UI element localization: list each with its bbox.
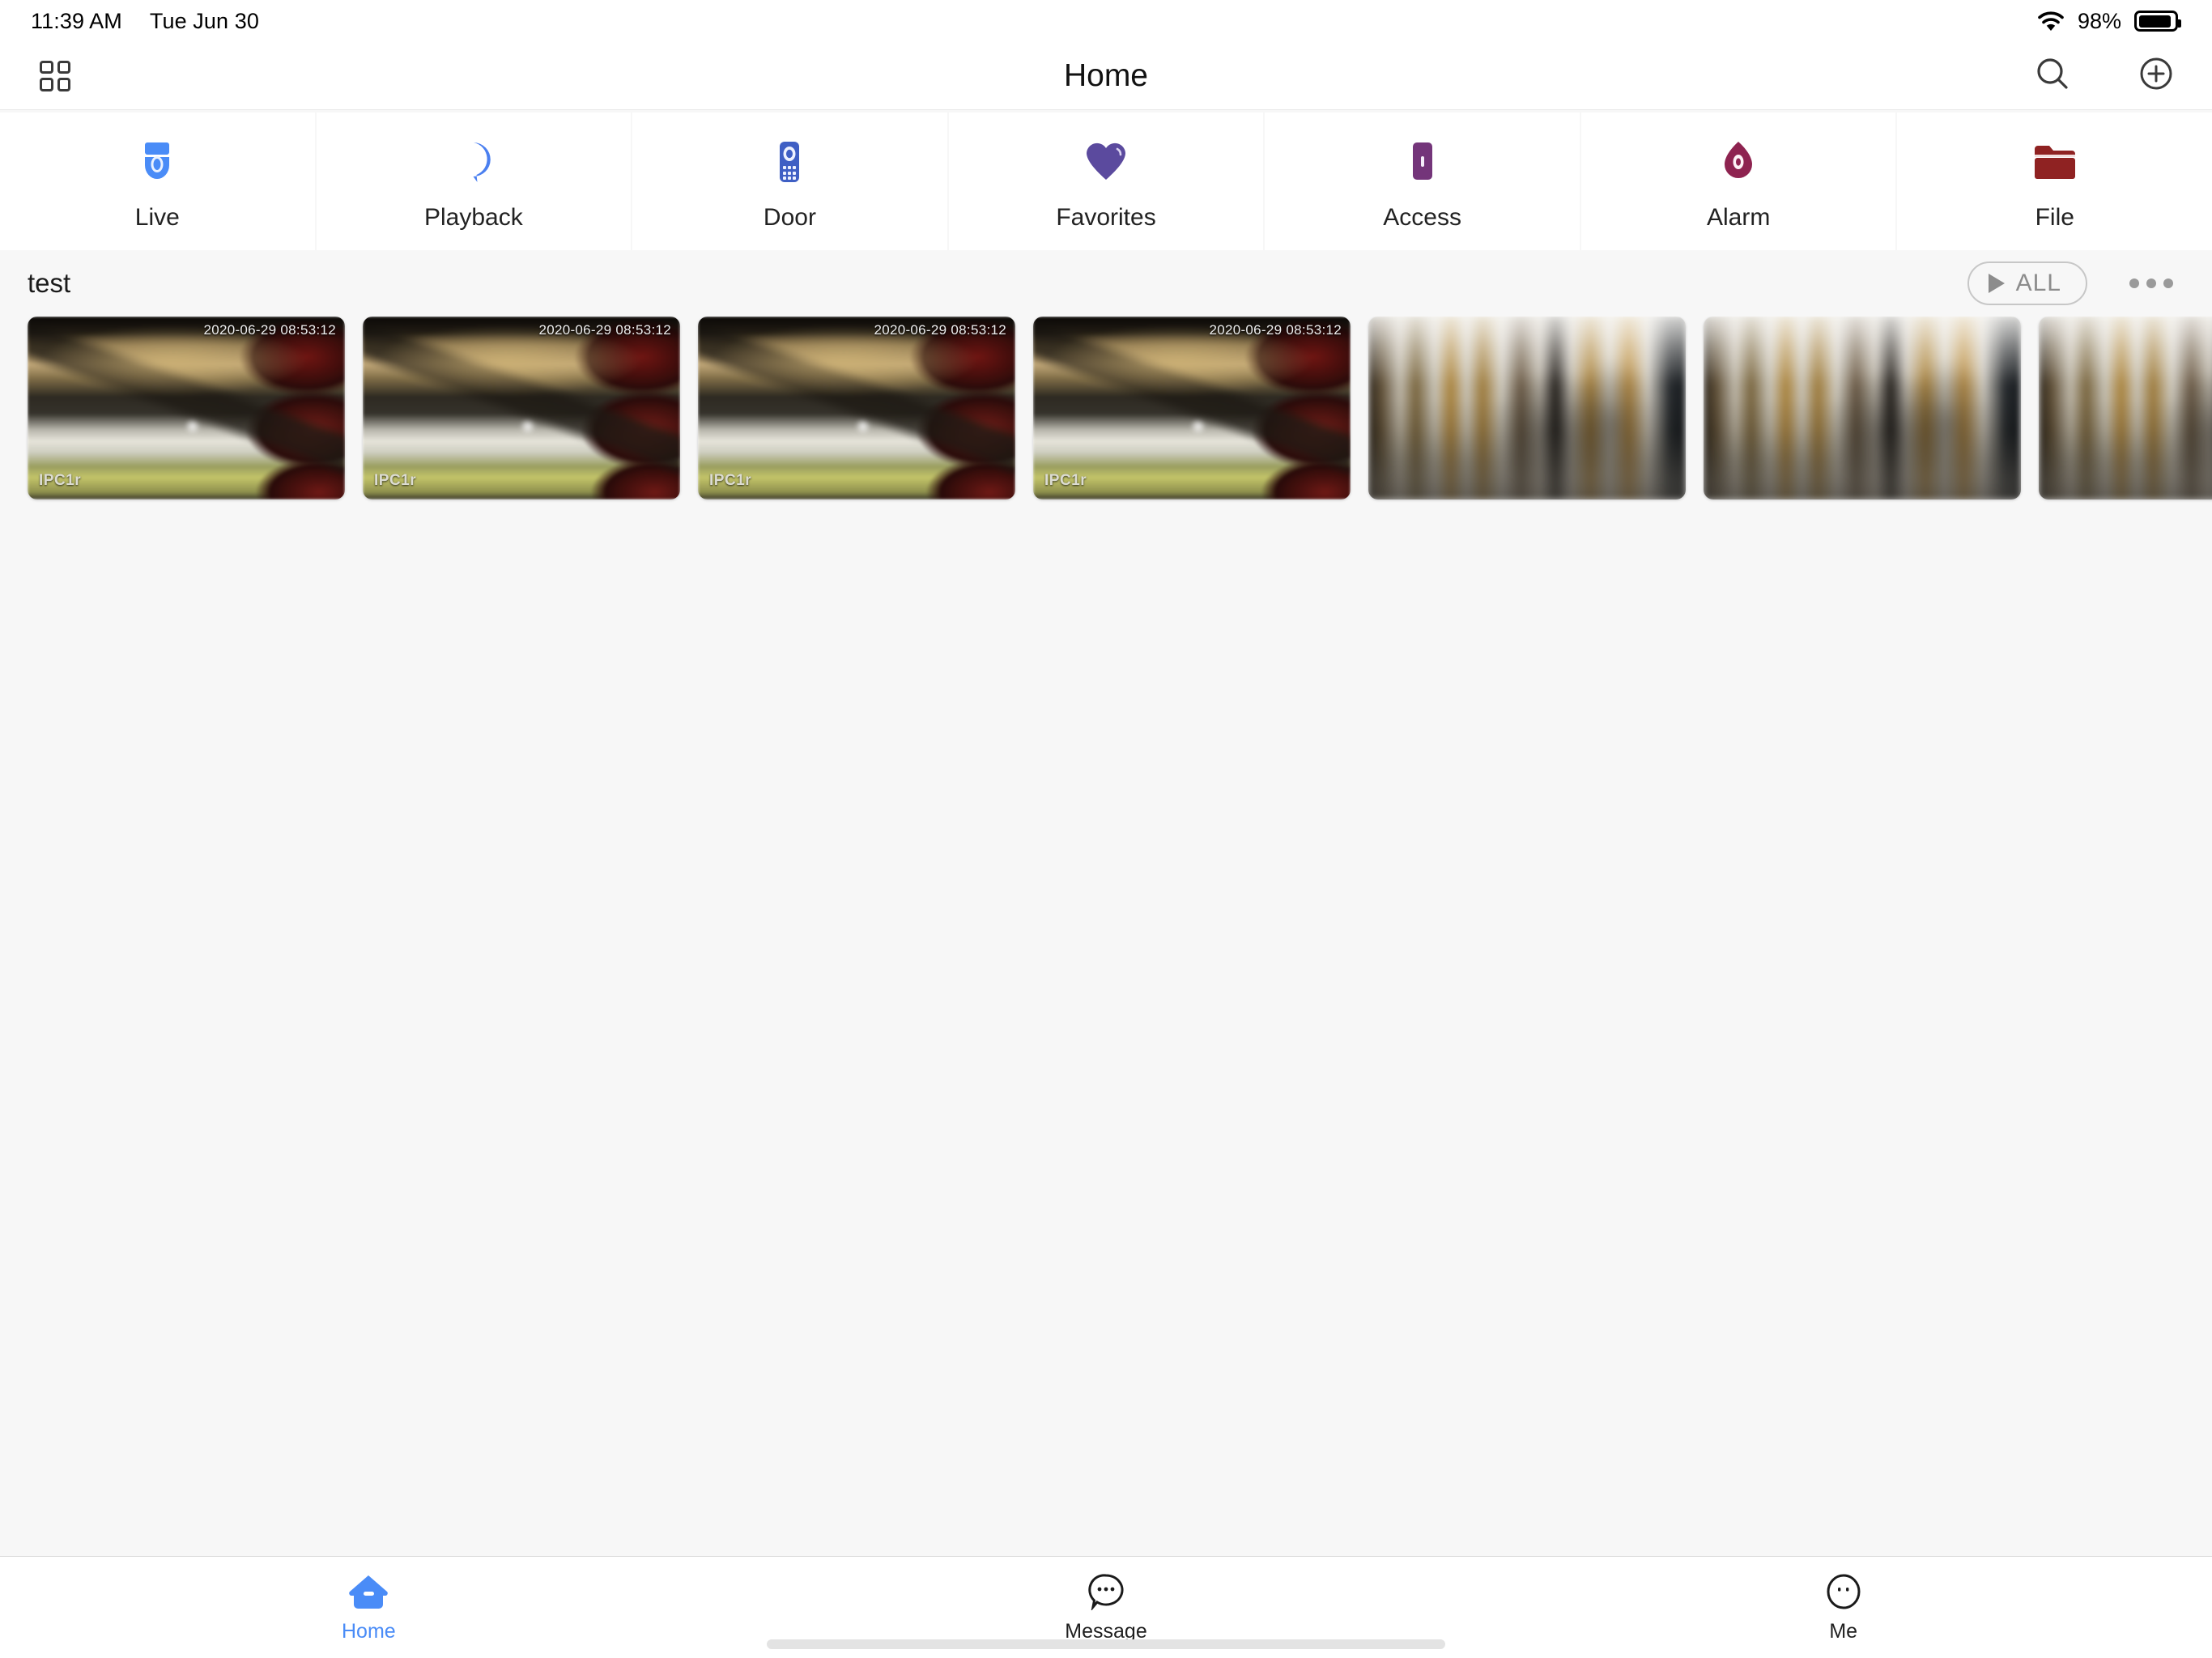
thumbnail-camera-name: IPC1r <box>1044 472 1087 489</box>
more-options-button[interactable] <box>2121 270 2181 296</box>
category-tile-row: Live Playback Door Favorites Access Alar… <box>0 113 2212 250</box>
tab-me[interactable]: Me <box>1474 1570 2212 1643</box>
home-icon <box>348 1570 389 1613</box>
group-header: test ALL <box>0 250 2212 317</box>
play-all-button[interactable]: ALL <box>1967 261 2087 305</box>
category-label: Favorites <box>1056 204 1156 231</box>
thumbnail-camera-name: IPC1r <box>39 472 82 489</box>
category-tile-live[interactable]: Live <box>0 113 315 250</box>
status-bar: 11:39 AM Tue Jun 30 98% <box>0 0 2212 42</box>
group-title: test <box>28 268 71 298</box>
thumbnail-camera-name: IPC1r <box>709 472 752 489</box>
category-tile-favorites[interactable]: Favorites <box>948 113 1264 250</box>
camera-preview-image <box>2039 317 2212 500</box>
empty-content-area <box>0 504 2212 1556</box>
thumbnail-timestamp: 2020-06-29 08:53:12 <box>538 322 671 338</box>
camera-thumbnail-row[interactable]: 2020-06-29 08:53:12 IPC1r 2020-06-29 08:… <box>0 317 2212 504</box>
category-tile-access[interactable]: Access <box>1265 113 1580 250</box>
camera-thumbnail[interactable]: 2020-06-29 08:53:12 IPC1r <box>363 317 680 500</box>
grid-view-button[interactable] <box>31 52 79 100</box>
camera-thumbnail[interactable] <box>1368 317 1686 500</box>
tab-label: Me <box>1829 1620 1858 1643</box>
thumbnail-camera-name: IPC1r <box>374 472 417 489</box>
home-indicator[interactable] <box>767 1639 1445 1649</box>
play-icon <box>1988 274 2005 293</box>
access-door-icon <box>1406 139 1440 185</box>
camera-preview-image <box>1704 317 2021 500</box>
app-screen: 11:39 AM Tue Jun 30 98% Home Live Playba… <box>0 0 2212 1658</box>
battery-percent: 98% <box>2077 8 2121 33</box>
chat-bubble-icon <box>1087 1570 1125 1613</box>
intercom-icon <box>772 139 807 185</box>
thumbnail-timestamp: 2020-06-29 08:53:12 <box>1209 322 1342 338</box>
search-button[interactable] <box>2027 51 2078 101</box>
folder-icon <box>2032 139 2078 185</box>
status-time: 11:39 AM <box>31 8 122 33</box>
thumbnail-timestamp: 2020-06-29 08:53:12 <box>874 322 1006 338</box>
camera-thumbnail[interactable] <box>1704 317 2021 500</box>
thumbnail-timestamp: 2020-06-29 08:53:12 <box>203 322 336 338</box>
profile-face-icon <box>1825 1570 1862 1613</box>
play-all-label: ALL <box>2015 270 2061 296</box>
tab-home[interactable]: Home <box>0 1570 738 1643</box>
category-label: Live <box>134 204 180 231</box>
category-label: Access <box>1383 204 1461 231</box>
more-options-icon <box>2129 278 2139 288</box>
category-label: Playback <box>424 204 523 231</box>
category-tile-playback[interactable]: Playback <box>316 113 632 250</box>
alarm-siren-icon <box>1720 139 1757 185</box>
category-label: Door <box>763 204 816 231</box>
grid-view-icon <box>40 60 70 91</box>
status-bar-right: 98% <box>2037 8 2181 34</box>
add-button[interactable] <box>2131 51 2181 101</box>
category-tile-file[interactable]: File <box>1897 113 2212 250</box>
wifi-icon <box>2037 11 2065 32</box>
tab-message[interactable]: Message <box>738 1570 1475 1643</box>
navigation-bar: Home <box>0 42 2212 110</box>
camera-preview-image <box>1368 317 1686 500</box>
playback-reel-icon <box>453 139 495 185</box>
page-title: Home <box>1063 57 1149 93</box>
camera-thumbnail[interactable]: 2020-06-29 08:53:12 IPC1r <box>698 317 1015 500</box>
group-actions: ALL <box>1967 261 2181 305</box>
camera-thumbnail[interactable]: 2020-06-29 08:53:12 IPC1r <box>28 317 345 500</box>
bottom-tab-bar: Home Message Me <box>0 1556 2212 1658</box>
category-tile-alarm[interactable]: Alarm <box>1580 113 1896 250</box>
camera-thumbnail[interactable] <box>2039 317 2212 500</box>
navigation-actions <box>2027 51 2181 101</box>
category-tile-door[interactable]: Door <box>632 113 947 250</box>
add-circle-icon <box>2138 56 2174 96</box>
heart-icon <box>1085 139 1127 185</box>
tab-label: Home <box>341 1620 396 1643</box>
category-label: Alarm <box>1707 204 1771 231</box>
camera-thumbnail[interactable]: 2020-06-29 08:53:12 IPC1r <box>1033 317 1351 500</box>
battery-icon <box>2134 11 2181 32</box>
status-bar-left: 11:39 AM Tue Jun 30 <box>31 9 259 34</box>
status-date: Tue Jun 30 <box>149 8 259 33</box>
search-icon <box>2034 55 2071 96</box>
dome-camera-icon <box>135 139 179 185</box>
category-label: File <box>2035 204 2074 231</box>
